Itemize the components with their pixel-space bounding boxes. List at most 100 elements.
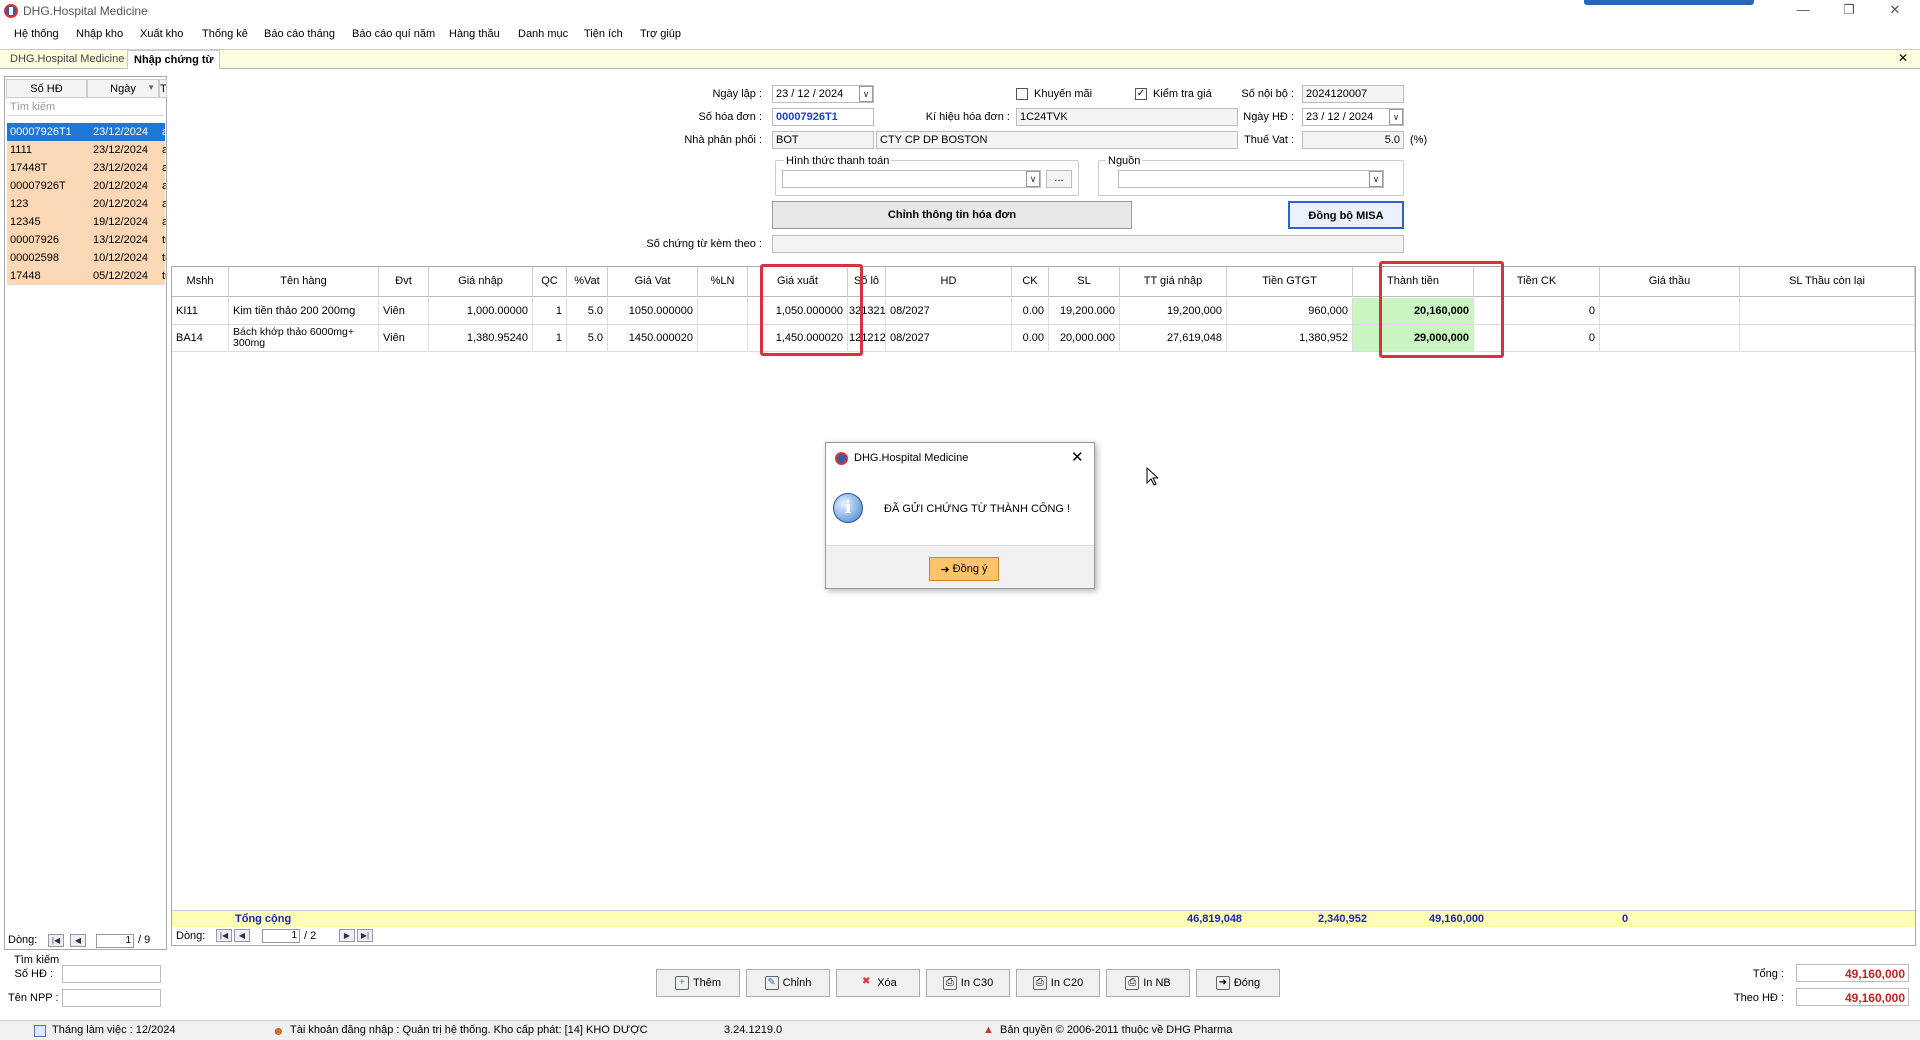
list-item[interactable]: 1111 23/12/2024 a [7,141,166,159]
menu-nhap-kho[interactable]: Nhập kho [76,28,123,40]
cell-ln[interactable] [698,325,748,352]
menu-tien-ich[interactable]: Tiện ích [584,28,623,40]
list-item[interactable]: 12345 19/12/2024 a [7,213,166,231]
so-hd-field[interactable]: 00007926T1 [772,108,874,126]
first-page-icon[interactable]: |◀ [216,929,232,942]
chinh-button[interactable]: ✎ Chỉnh [746,969,830,997]
httt-ellipsis-button[interactable]: ... [1046,170,1072,188]
httt-select[interactable]: ∨ [782,170,1041,188]
dialog-close-icon[interactable]: ✕ [1071,448,1084,466]
next-page-icon[interactable]: ▶ [339,929,355,942]
dong-y-button[interactable]: ➜ Đồng ý [929,557,999,581]
cell-gia-thau[interactable] [1600,325,1740,352]
col-dvt[interactable]: Đvt [379,267,429,297]
col-sl[interactable]: SL [1049,267,1120,297]
cell-ck[interactable]: 0.00 [1012,298,1049,325]
cell-dvt[interactable]: Viên [379,325,429,352]
cell-qc[interactable]: 1 [533,298,567,325]
in-c20-button[interactable]: ⎙ In C20 [1016,969,1100,997]
search-so-hd-input[interactable] [62,965,161,983]
cell-tt-gia-nhap[interactable]: 27,619,048 [1120,325,1227,352]
dong-bo-misa-button[interactable]: Đồng bộ MISA [1288,201,1404,229]
cell-gia-vat[interactable]: 1450.000020 [608,325,698,352]
col-gia-thau[interactable]: Giá thầu [1600,267,1740,297]
in-c30-button[interactable]: ⎙ In C30 [926,969,1010,997]
menu-he-thong[interactable]: Hệ thống [14,28,59,40]
restore-icon[interactable]: ❐ [1834,2,1864,20]
cell-gia-vat[interactable]: 1050.000000 [608,298,698,325]
col-header-ngay[interactable]: Ngày ▼ [87,79,159,98]
col-ten-hang[interactable]: Tên hàng [229,267,379,297]
tab-nhap-chung-tu[interactable]: Nhập chứng từ [127,50,221,69]
list-search-input[interactable]: Tìm kiếm [7,99,164,116]
list-page-input[interactable]: 1 [96,934,134,948]
cell-dvt[interactable]: Viên [379,298,429,325]
npp-name-field[interactable]: CTY CP DP BOSTON [876,131,1238,149]
npp-code-field[interactable]: BOT [772,131,874,149]
cell-tien-gtgt[interactable]: 960,000 [1227,298,1353,325]
search-ten-npp-input[interactable] [62,989,161,1007]
cell-sl-thau[interactable] [1740,298,1915,325]
col-ln[interactable]: %LN [698,267,748,297]
dong-button[interactable]: ➜ Đóng [1196,969,1280,997]
prev-page-icon[interactable]: ◀ [70,934,86,947]
chevron-down-icon[interactable]: ∨ [1369,171,1383,187]
calendar-dropdown-icon[interactable]: ∨ [859,86,873,102]
cell-sl-thau[interactable] [1740,325,1915,352]
cell-ck[interactable]: 0.00 [1012,325,1049,352]
first-page-icon[interactable]: |◀ [48,934,64,947]
so-noi-bo-field[interactable]: 2024120007 [1302,85,1404,103]
col-gia-nhap[interactable]: Giá nhập [429,267,533,297]
xoa-button[interactable]: ✖ Xóa [836,969,920,997]
cell-gia-nhap[interactable]: 1,380.95240 [429,325,533,352]
them-button[interactable]: + Thêm [656,969,740,997]
cell-tt-gia-nhap[interactable]: 19,200,000 [1120,298,1227,325]
close-tab-icon[interactable]: ✕ [1898,51,1908,65]
cell-hd[interactable]: 08/2027 [886,325,1012,352]
col-hd[interactable]: HD [886,267,1012,297]
menu-bao-cao-qui-nam[interactable]: Báo cáo quí năm [352,28,435,40]
col-tien-gtgt[interactable]: Tiền GTGT [1227,267,1353,297]
menu-tro-giup[interactable]: Trợ giúp [640,28,681,40]
menu-bao-cao-thang[interactable]: Báo cáo tháng [264,28,335,40]
cell-qc[interactable]: 1 [533,325,567,352]
khuyen-mai-checkbox[interactable] [1016,88,1028,100]
menu-xuat-kho[interactable]: Xuất kho [140,28,183,40]
thue-vat-field[interactable]: 5.0 [1302,131,1404,149]
menu-danh-muc[interactable]: Danh mục [518,28,568,40]
last-page-icon[interactable]: ▶| [357,929,373,942]
list-item[interactable]: 17448 05/12/2024 tr [7,267,166,285]
cell-gia-thau[interactable] [1600,298,1740,325]
cell-ten-hang[interactable]: Kim tiền thảo 200 200mg [229,298,379,325]
tab-home[interactable]: DHG.Hospital Medicine [4,50,132,69]
close-window-icon[interactable]: ✕ [1880,2,1910,20]
nguon-select[interactable]: ∨ [1118,170,1384,188]
list-item[interactable]: 00002598 10/12/2024 tr [7,249,166,267]
col-sl-thau-con-lai[interactable]: SL Thầu còn lại [1740,267,1915,297]
cell-gia-nhap[interactable]: 1,000.00000 [429,298,533,325]
col-tt-gia-nhap[interactable]: TT giá nhập [1120,267,1227,297]
cell-ten-hang[interactable]: Bách khớp thảo 6000mg+ 300mg [229,325,379,352]
col-qc[interactable]: QC [533,267,567,297]
chinh-thong-tin-button[interactable]: Chỉnh thông tin hóa đơn [772,201,1132,229]
col-header-so-hd[interactable]: Số HĐ [6,79,87,98]
so-chung-tu-field[interactable] [772,235,1404,253]
cell-mshh[interactable]: KI11 [172,298,229,325]
cell-vat[interactable]: 5.0 [567,298,608,325]
menu-hang-thau[interactable]: Hàng thầu [449,28,500,40]
cell-sl[interactable]: 20,000.000 [1049,325,1120,352]
col-header-t[interactable]: T [159,79,167,98]
list-item[interactable]: 00007926 13/12/2024 tr [7,231,166,249]
cell-mshh[interactable]: BA14 [172,325,229,352]
grid-page-input[interactable]: 1 [262,929,300,943]
list-item[interactable]: 17448T 23/12/2024 a [7,159,166,177]
menu-thong-ke[interactable]: Thống kê [202,28,248,40]
col-gia-vat[interactable]: Giá Vat [608,267,698,297]
ky-hieu-field[interactable]: 1C24TVK [1016,108,1238,126]
ngay-lap-field[interactable]: 23 / 12 / 2024 ∨ [772,85,874,103]
minimize-icon[interactable]: — [1788,2,1818,20]
calendar-dropdown-icon[interactable]: ∨ [1389,109,1403,125]
cell-sl[interactable]: 19,200.000 [1049,298,1120,325]
kiem-tra-gia-checkbox[interactable]: ✓ [1135,88,1147,100]
in-nb-button[interactable]: ⎙ In NB [1106,969,1190,997]
